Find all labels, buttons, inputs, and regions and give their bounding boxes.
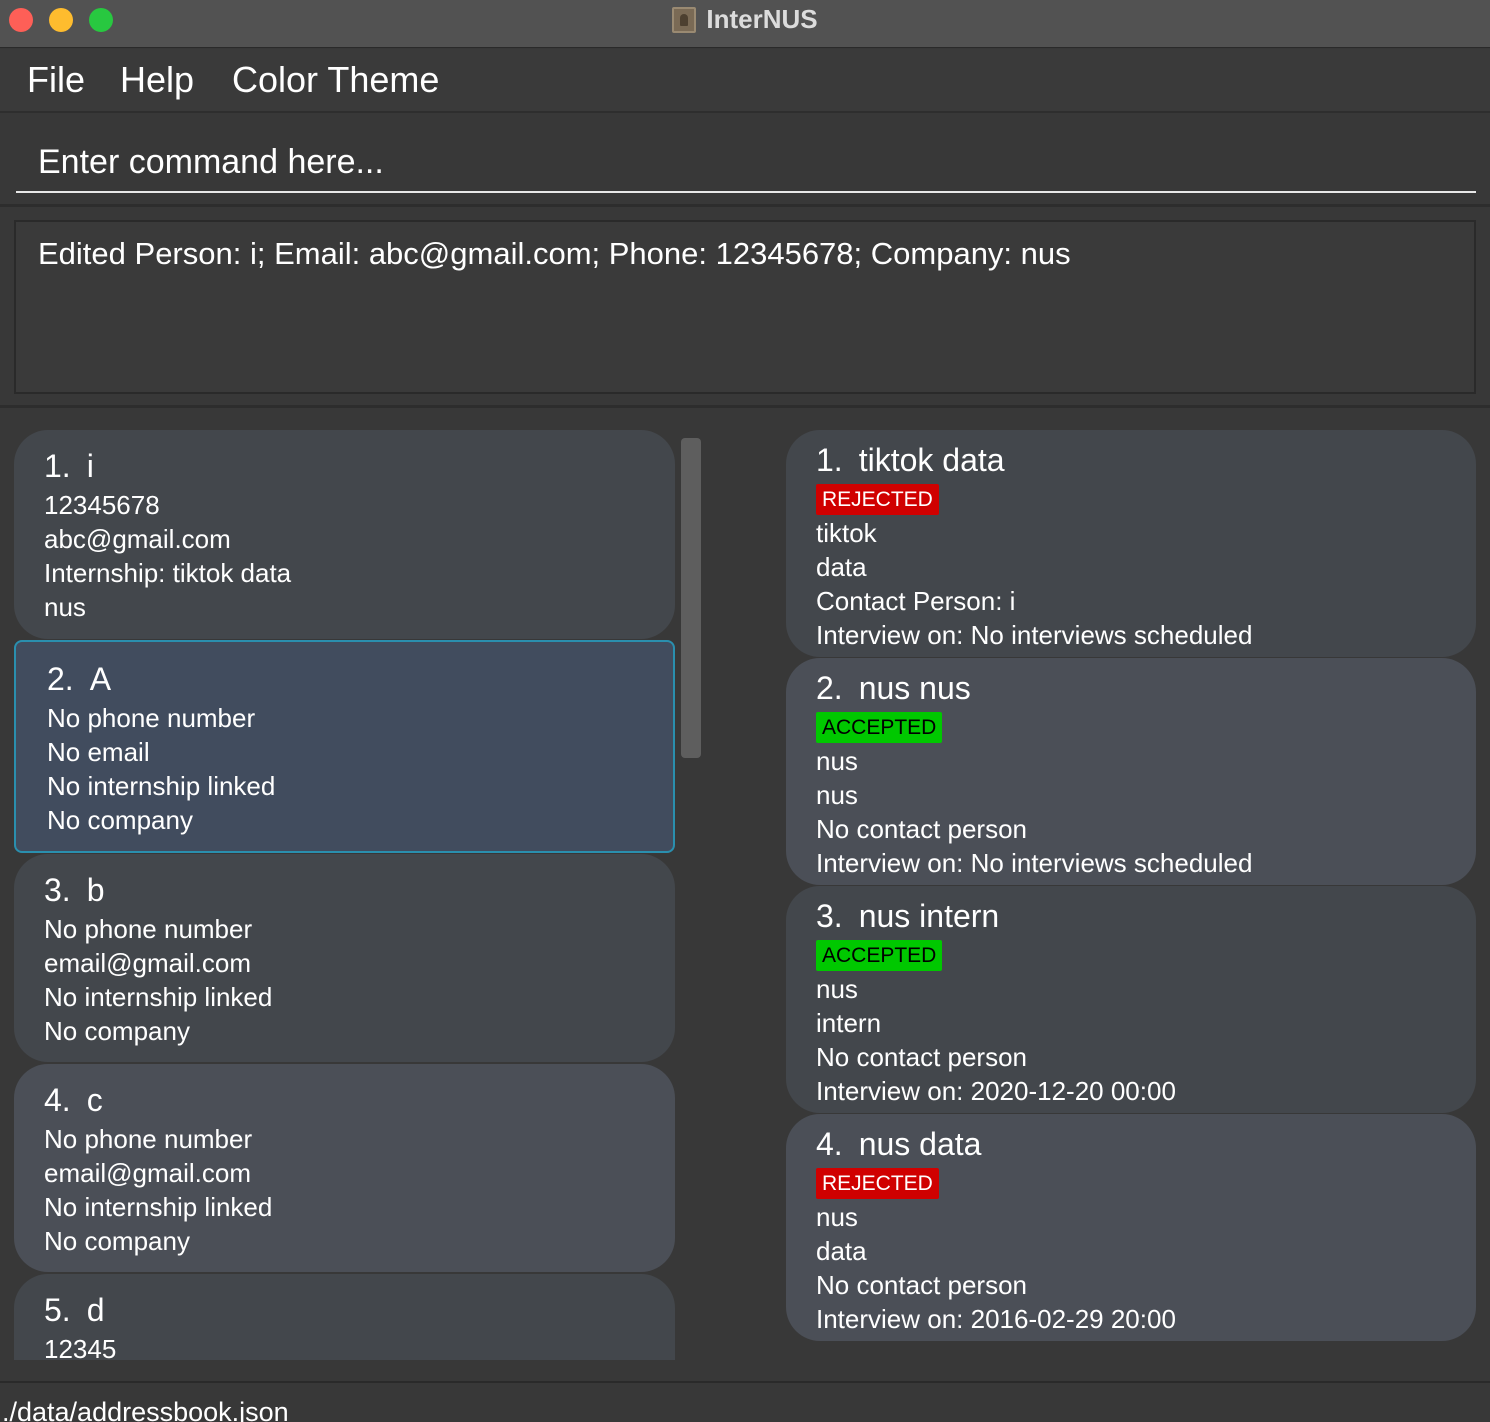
person-index: 2. [47, 661, 74, 697]
internship-card[interactable]: 3. nus intern ACCEPTED nus intern No cont… [786, 886, 1476, 1113]
internship-header: 2. nus nus [816, 670, 1476, 710]
status-bar: ./data/addressbook.json [0, 1381, 1490, 1422]
person-name: b [86, 872, 105, 908]
person-email: email@gmail.com [44, 948, 251, 978]
command-box [0, 115, 1490, 207]
status-badge: ACCEPTED [816, 712, 943, 743]
person-name: d [86, 1292, 105, 1328]
internship-index: 4. [816, 1126, 843, 1162]
person-header: 5. d [44, 1292, 675, 1332]
menu-bar: File Help Color Theme [0, 49, 1490, 113]
internship-card[interactable]: 1. tiktok data REJECTED tiktok data Conta… [786, 430, 1476, 657]
internship-interview: Interview on: 2016-02-29 20:00 [816, 1304, 1176, 1334]
internship-role: data [816, 1236, 867, 1266]
person-card-selected[interactable]: 2. A No phone number No email No internsh… [14, 640, 675, 853]
main-panel: 1. i 12345678 abc@gmail.com Internship: t… [0, 411, 1490, 1381]
person-card[interactable]: 1. i 12345678 abc@gmail.com Internship: t… [14, 430, 675, 639]
person-phone: No phone number [47, 703, 256, 733]
person-card[interactable]: 4. c No phone number email@gmail.com No i… [14, 1064, 675, 1272]
internship-interview: Interview on: No interviews scheduled [816, 848, 1253, 878]
internship-contact: No contact person [816, 1270, 1028, 1300]
result-display: Edited Person: i; Email: abc@gmail.com; … [14, 220, 1476, 394]
person-phone: 12345678 [44, 490, 160, 520]
person-internship: No internship linked [44, 982, 273, 1012]
command-input[interactable] [16, 133, 1476, 193]
internship-role: intern [816, 1008, 882, 1038]
person-name: c [86, 1082, 103, 1118]
internship-title: tiktok data [858, 442, 1005, 478]
internship-role: nus [816, 780, 858, 810]
internship-card[interactable]: 4. nus data REJECTED nus data No contact … [786, 1114, 1476, 1341]
person-index: 3. [44, 872, 71, 908]
person-index: 5. [44, 1292, 71, 1328]
person-company: No company [44, 1016, 190, 1046]
person-phone: 12345 [44, 1334, 117, 1360]
person-phone: No phone number [44, 1124, 253, 1154]
person-card[interactable]: 3. b No phone number email@gmail.com No i… [14, 854, 675, 1062]
internship-interview: Interview on: No interviews scheduled [816, 620, 1253, 650]
window-title-group: InterNUS [0, 4, 1490, 35]
person-card[interactable]: 5. d 12345 [14, 1274, 675, 1360]
internship-card[interactable]: 2. nus nus ACCEPTED nus nus No contact pe… [786, 658, 1476, 885]
internship-role: data [816, 552, 867, 582]
status-badge: REJECTED [816, 484, 939, 515]
person-phone: No phone number [44, 914, 253, 944]
person-internship: No internship linked [47, 771, 276, 801]
person-header: 1. i [44, 448, 675, 488]
person-list[interactable]: 1. i 12345678 abc@gmail.com Internship: t… [14, 430, 675, 1360]
internship-header: 3. nus intern [816, 898, 1476, 938]
person-email: abc@gmail.com [44, 524, 231, 554]
app-icon [672, 6, 697, 33]
internship-company: tiktok [816, 518, 877, 548]
internship-header: 4. nus data [816, 1126, 1476, 1166]
internship-contact: Contact Person: i [816, 586, 1016, 616]
status-badge: REJECTED [816, 1168, 939, 1199]
person-list-scrollbar[interactable] [681, 438, 701, 758]
internship-interview: Interview on: 2020-12-20 00:00 [816, 1076, 1176, 1106]
internship-contact: No contact person [816, 1042, 1028, 1072]
window-title: InterNUS [706, 4, 818, 34]
menu-file[interactable]: File [27, 59, 85, 101]
person-header: 3. b [44, 872, 675, 912]
internship-list[interactable]: 1. tiktok data REJECTED tiktok data Conta… [786, 430, 1476, 1360]
menu-help[interactable]: Help [120, 59, 194, 101]
person-header: 4. c [44, 1082, 675, 1122]
internship-title: nus nus [858, 670, 971, 706]
person-name: A [89, 661, 112, 697]
person-company: nus [44, 592, 86, 622]
internship-title: nus data [858, 1126, 982, 1162]
internship-title: nus intern [858, 898, 1000, 934]
menu-color-theme[interactable]: Color Theme [232, 59, 439, 101]
person-internship: No internship linked [44, 1192, 273, 1222]
internship-index: 2. [816, 670, 843, 706]
internship-company: nus [816, 746, 858, 776]
result-message: Edited Person: i; Email: abc@gmail.com; … [38, 236, 1071, 271]
status-badge: ACCEPTED [816, 940, 943, 971]
person-index: 4. [44, 1082, 71, 1118]
person-index: 1. [44, 448, 71, 484]
internship-company: nus [816, 974, 858, 1004]
person-header: 2. A [47, 661, 673, 701]
title-bar: InterNUS [0, 0, 1490, 48]
person-company: No company [47, 805, 193, 835]
person-name: i [86, 448, 94, 484]
save-file-path: ./data/addressbook.json [2, 1397, 289, 1422]
internship-index: 1. [816, 442, 843, 478]
person-email: No email [47, 737, 150, 767]
person-internship: Internship: tiktok data [44, 558, 292, 588]
internship-index: 3. [816, 898, 843, 934]
internship-contact: No contact person [816, 814, 1028, 844]
internship-company: nus [816, 1202, 858, 1232]
person-email: email@gmail.com [44, 1158, 251, 1188]
internship-header: 1. tiktok data [816, 442, 1476, 482]
person-company: No company [44, 1226, 190, 1256]
result-display-area: Edited Person: i; Email: abc@gmail.com; … [0, 208, 1490, 408]
